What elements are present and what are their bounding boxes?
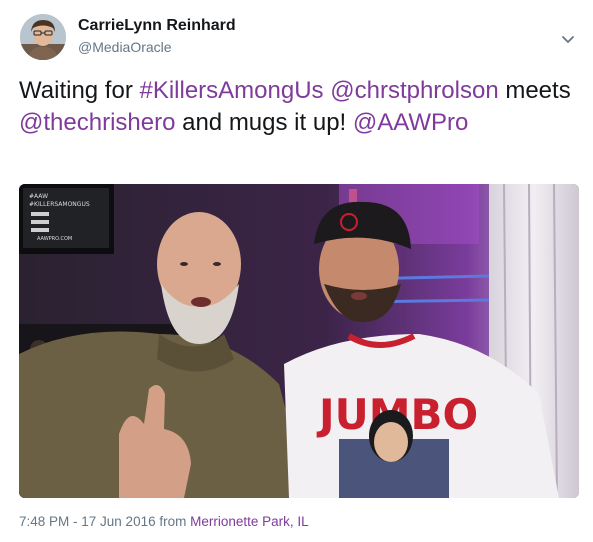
tweet-card: CarrieLynn Reinhard @MediaOracle Waiting… bbox=[0, 0, 593, 542]
svg-text:#AAW: #AAW bbox=[29, 193, 48, 200]
hashtag-link[interactable]: #KillersAmongUs bbox=[139, 77, 323, 104]
tweet-text-part: Waiting for bbox=[19, 77, 140, 104]
author-display-name[interactable]: CarrieLynn Reinhard bbox=[78, 17, 236, 35]
timestamp[interactable]: 7:48 PM - 17 Jun 2016 bbox=[19, 514, 156, 529]
mention-link[interactable]: @thechrishero bbox=[19, 109, 175, 136]
from-label: from bbox=[155, 514, 191, 529]
avatar[interactable] bbox=[20, 14, 66, 60]
tweet-photo[interactable]: #AAW #KILLERSAMONGUS AAWPRO.COM bbox=[19, 184, 579, 498]
svg-text:AAWPRO.COM: AAWPRO.COM bbox=[37, 236, 72, 242]
location-link[interactable]: Merrionette Park, IL bbox=[190, 514, 309, 529]
author-handle[interactable]: @MediaOracle bbox=[78, 39, 172, 55]
avatar-image bbox=[20, 14, 66, 60]
photo-image: #AAW #KILLERSAMONGUS AAWPRO.COM bbox=[19, 184, 579, 498]
tweet-text-part: and mugs it up! bbox=[175, 109, 353, 136]
mention-link[interactable]: @chrstphrolson bbox=[330, 77, 498, 104]
tweet-text: Waiting for #KillersAmongUs @chrstphrols… bbox=[19, 75, 579, 139]
mention-link[interactable]: @AAWPro bbox=[353, 109, 469, 136]
tweet-meta: 7:48 PM - 17 Jun 2016 from Merrionette P… bbox=[19, 514, 309, 529]
svg-text:#KILLERSAMONGUS: #KILLERSAMONGUS bbox=[29, 201, 90, 208]
chevron-down-icon[interactable] bbox=[558, 29, 578, 49]
tweet-text-part: meets bbox=[498, 77, 571, 104]
